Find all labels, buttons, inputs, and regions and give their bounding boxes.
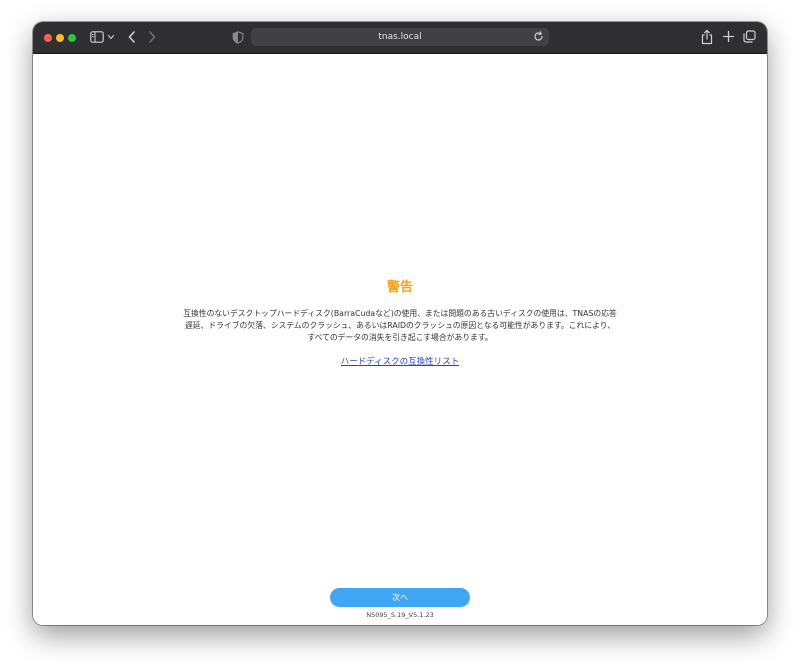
sidebar-icon[interactable] — [90, 31, 104, 43]
address-bar[interactable]: tnas.local — [251, 28, 549, 46]
chevron-down-icon[interactable] — [107, 33, 115, 41]
warning-line: 遅延、ドライブの欠落、システムのクラッシュ、あるいはRAIDのクラッシュの原因と… — [184, 321, 616, 330]
next-button[interactable]: 次へ — [330, 588, 470, 607]
reload-icon[interactable] — [533, 31, 544, 42]
firmware-version: N5095_S.19_V5.1.23 — [366, 611, 434, 619]
tabs-overview-icon[interactable] — [743, 30, 756, 43]
zoom-window-button[interactable] — [68, 34, 76, 42]
browser-window: tnas.local 警告 互換性のないデスクトップハードディスク(BarraC… — [33, 22, 767, 625]
warning-title: 警告 — [386, 280, 413, 295]
minimize-window-button[interactable] — [56, 34, 64, 42]
warning-message: 互換性のないデスクトップハードディスク(BarraCudaなど)の使用、または問… — [155, 308, 645, 344]
compatibility-list-link[interactable]: ハードディスクの互換性リスト — [33, 355, 767, 367]
warning-line: すべてのデータの消失を引き起こす場合があります。 — [307, 333, 493, 342]
close-window-button[interactable] — [44, 34, 52, 42]
page-content: 警告 互換性のないデスクトップハードディスク(BarraCudaなど)の使用、ま… — [33, 54, 767, 625]
browser-toolbar: tnas.local — [33, 22, 767, 54]
share-icon[interactable] — [701, 29, 713, 45]
url-text[interactable]: tnas.local — [251, 28, 549, 46]
forward-icon[interactable] — [147, 30, 157, 44]
shield-icon[interactable] — [232, 31, 244, 44]
back-icon[interactable] — [127, 30, 137, 44]
warning-line: 互換性のないデスクトップハードディスク(BarraCudaなど)の使用、または問… — [183, 309, 617, 318]
plus-icon[interactable] — [722, 30, 735, 43]
